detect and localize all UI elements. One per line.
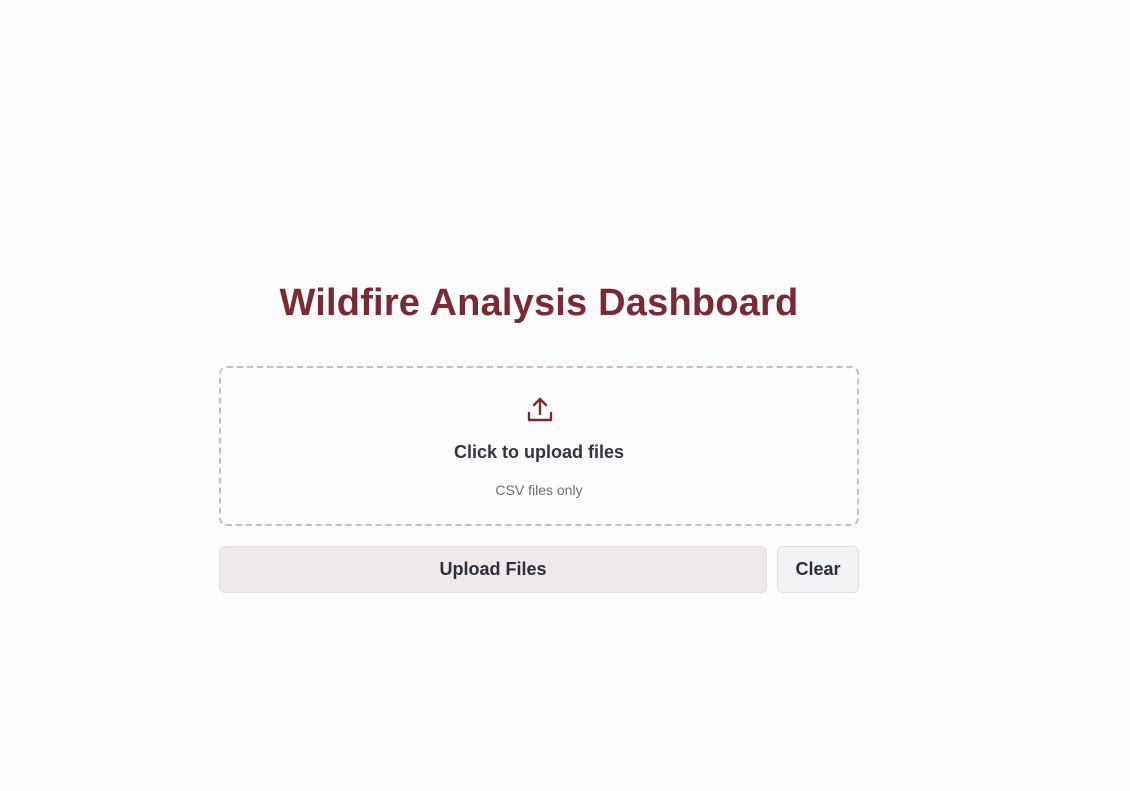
file-dropzone[interactable]: Click to upload files CSV files only <box>219 366 859 526</box>
upload-icon <box>527 397 553 422</box>
clear-button[interactable]: Clear <box>777 546 859 593</box>
dashboard-page: Wildfire Analysis Dashboard Click to upl… <box>0 0 1130 791</box>
upload-files-button[interactable]: Upload Files <box>219 546 767 593</box>
page-title: Wildfire Analysis Dashboard <box>279 282 799 324</box>
dropzone-subtitle: CSV files only <box>495 482 583 498</box>
dropzone-title: Click to upload files <box>453 442 625 462</box>
